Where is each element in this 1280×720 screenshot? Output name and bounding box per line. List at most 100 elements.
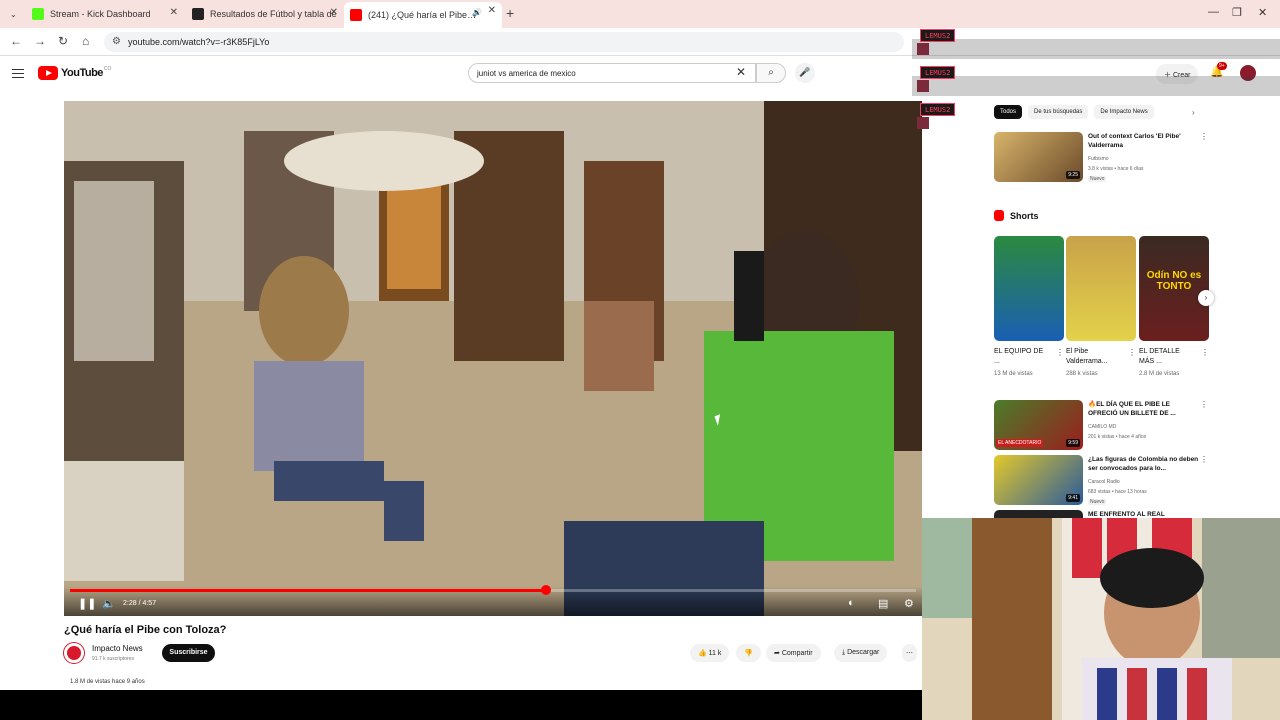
subscribe-button[interactable]: Suscribirse [162, 644, 215, 662]
streamer-avatar [917, 43, 929, 55]
video-duration: 9:25 [1066, 171, 1080, 179]
reload-icon[interactable]: ↻ [58, 34, 68, 48]
streamer-tag: LEMUS2 [920, 66, 956, 79]
related-video[interactable]: 9:41 ¿Las figuras de Colombia no deben s… [994, 455, 1214, 505]
related-video-meta: 201 k vistas • hace 4 años [1088, 434, 1147, 440]
short-views: 288 k vistas [1066, 371, 1098, 377]
menu-icon[interactable] [12, 66, 24, 81]
video-thumbnail[interactable] [994, 510, 1083, 518]
forward-icon[interactable]: → [34, 34, 46, 48]
search-icon: ⌕ [768, 67, 774, 78]
search-input[interactable]: juniot vs america de mexico [468, 63, 756, 83]
youtube-logo[interactable]: YouTube CO [38, 66, 111, 80]
video-player[interactable]: ❚❚ 🔈 2:28 / 4:57 ◐ ▤ ⚙ [64, 101, 922, 616]
url-bar[interactable]: ⚙ youtube.com/watch?v=-r3K85FjLYo [104, 32, 904, 52]
youtube-favicon-icon [350, 9, 362, 21]
window-close-icon[interactable]: ✕ [1258, 6, 1267, 19]
short-item[interactable]: El Pibe Valderrama... 288 k vistas ⋮ [1066, 236, 1136, 377]
chip-busquedas[interactable]: De tus búsquedas [1028, 105, 1089, 119]
country-code: CO [103, 66, 112, 72]
more-options-icon[interactable]: ⋮ [1200, 455, 1208, 464]
related-video-title[interactable]: Out of context Carlos 'El Pibe' Valderra… [1088, 132, 1200, 150]
chip-todos[interactable]: Todos [994, 105, 1023, 119]
clear-search-icon[interactable]: ✕ [736, 65, 746, 79]
tab-label: (241) ¿Qué haría el Pibe co [368, 10, 478, 20]
tab-resultados[interactable]: Resultados de Fútbol y tabla de ✕ [186, 4, 344, 24]
shorts-next-icon[interactable]: › [1198, 290, 1214, 306]
related-video-channel[interactable]: CAMILO MD [1088, 424, 1116, 430]
more-options-icon[interactable]: ⋮ [1056, 348, 1064, 357]
video-frame [64, 101, 922, 616]
channel-avatar[interactable] [64, 643, 84, 663]
short-views: 13 M de vistas [994, 371, 1033, 377]
pause-icon[interactable]: ❚❚ [78, 597, 96, 610]
tab-label: Stream - Kick Dashboard [50, 9, 151, 19]
short-title[interactable]: EL EQUIPO DE ... [994, 347, 1050, 367]
related-video[interactable]: 9:25 Out of context Carlos 'El Pibe' Val… [994, 132, 1214, 182]
search-value: juniot vs america de mexico [477, 69, 576, 78]
progress-scrubber[interactable] [541, 585, 551, 595]
more-options-icon[interactable]: ⋮ [1200, 132, 1208, 141]
channel-name[interactable]: Impacto News [92, 644, 143, 653]
volume-icon[interactable]: 🔈 [102, 597, 116, 610]
related-video-title[interactable]: ME ENFRENTO AL REAL [1088, 510, 1200, 518]
like-button[interactable]: 👍 11 k [690, 644, 730, 662]
related-video-channel[interactable]: Futbismo [1088, 156, 1109, 162]
video-thumbnail[interactable]: 9:25 [994, 132, 1083, 182]
more-options-icon[interactable]: ⋮ [1128, 348, 1136, 357]
minimize-icon[interactable]: — [1208, 6, 1219, 18]
related-video-meta: 683 vistas • hace 13 horas [1088, 489, 1147, 495]
streamer-tag: LEMUS2 [920, 29, 956, 42]
settings-gear-icon[interactable]: ⚙ [904, 597, 914, 610]
audio-playing-icon[interactable]: 🔊 [472, 8, 482, 17]
tab-list-button[interactable]: ⌄ [4, 4, 17, 24]
more-options-icon[interactable]: ⋮ [1201, 348, 1209, 357]
video-thumbnail[interactable]: EL ANECDOTARIO 9:59 [994, 400, 1083, 450]
subtitles-icon[interactable]: ▤ [878, 597, 888, 610]
site-info-icon[interactable]: ⚙ [112, 36, 121, 47]
short-item[interactable]: EL EQUIPO DE ... 13 M de vistas ⋮ [994, 236, 1064, 377]
voice-search-icon[interactable]: 🎤 [795, 63, 815, 83]
more-options-icon[interactable]: ⋮ [1200, 400, 1208, 409]
progress-bar[interactable] [70, 585, 916, 595]
alert-bar [912, 76, 1280, 96]
dislike-button[interactable]: 👎 [736, 644, 761, 662]
download-button[interactable]: ⤓ Descargar [834, 644, 888, 662]
short-title[interactable]: El Pibe Valderrama... [1066, 347, 1122, 367]
new-tab-button[interactable]: + [506, 5, 514, 21]
video-title: ¿Qué haría el Pibe con Toloza? [64, 624, 227, 636]
close-tab-icon[interactable]: ✕ [488, 5, 496, 16]
shorts-icon [994, 210, 1004, 221]
download-label: Descargar [847, 649, 880, 656]
related-video[interactable]: EL ANECDOTARIO 9:59 🔥EL DÍA QUE EL PIBE … [994, 400, 1214, 450]
maximize-icon[interactable]: ❐ [1232, 6, 1242, 19]
close-tab-icon[interactable]: ✕ [170, 7, 178, 18]
short-title[interactable]: EL DETALLE MÁS ... [1139, 347, 1195, 367]
related-video-title[interactable]: 🔥EL DÍA QUE EL PIBE LE OFRECIÓ UN BILLET… [1088, 400, 1200, 418]
related-video-partial[interactable]: ME ENFRENTO AL REAL [994, 510, 1214, 518]
autoplay-toggle-icon[interactable]: ◐ [848, 597, 855, 609]
video-thumbnail[interactable]: 9:41 [994, 455, 1083, 505]
share-button[interactable]: ➦ Compartir [766, 644, 821, 662]
short-thumbnail[interactable] [1066, 236, 1136, 341]
url-text: youtube.com/watch?v=-r3K85FjLYo [128, 37, 270, 47]
related-video-channel[interactable]: Caracol Radio [1088, 479, 1120, 485]
short-thumbnail[interactable]: Odín NO es TONTO [1139, 236, 1209, 341]
streamer-avatar [917, 117, 929, 129]
shorts-heading: Shorts [994, 210, 1039, 221]
new-badge: Nuevo [1088, 176, 1107, 182]
tab-youtube-active[interactable]: (241) ¿Qué haría el Pibe co 🔊 ✕ [344, 2, 502, 28]
thumbs-down-icon: 👎 [744, 650, 753, 657]
more-actions-button[interactable]: ⋯ [902, 644, 917, 662]
close-tab-icon[interactable]: ✕ [330, 7, 338, 18]
short-thumbnail[interactable] [994, 236, 1064, 341]
tab-kick-dashboard[interactable]: Stream - Kick Dashboard ✕ [26, 4, 184, 24]
chip-impacto[interactable]: De Impacto News [1094, 105, 1154, 119]
short-item[interactable]: Odín NO es TONTO EL DETALLE MÁS ... 2.8 … [1139, 236, 1209, 377]
back-icon[interactable]: ← [10, 34, 22, 48]
search-button[interactable]: ⌕ [756, 63, 786, 83]
home-icon[interactable]: ⌂ [82, 34, 89, 48]
related-video-title[interactable]: ¿Las figuras de Colombia no deben ser co… [1088, 455, 1200, 473]
related-video-meta: 3.8 k vistas • hace 6 días [1088, 166, 1144, 172]
chips-next-icon[interactable]: › [1192, 108, 1195, 117]
